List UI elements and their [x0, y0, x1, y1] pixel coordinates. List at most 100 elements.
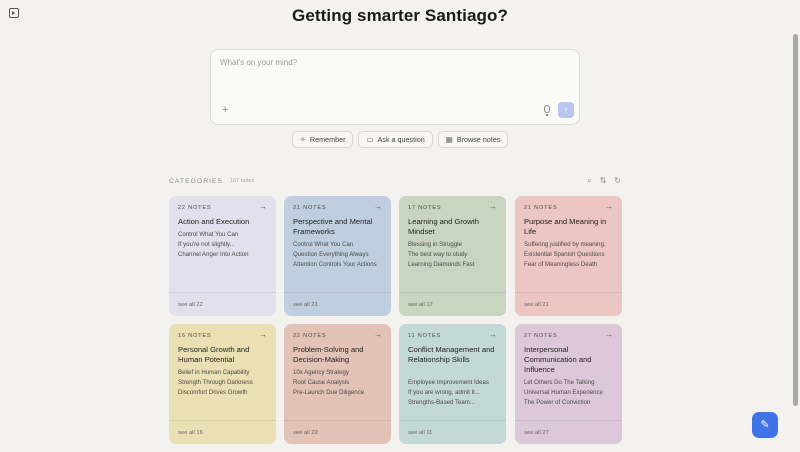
card-note-item[interactable]: Attention Controls Your Actions — [293, 260, 388, 270]
category-card[interactable]: 17 NOTES → Learning and Growth Mindset Bles… — [399, 196, 506, 316]
search-icon[interactable]: ⌕ — [587, 176, 591, 186]
categories-count: 167 notes — [230, 178, 255, 184]
arrow-right-icon[interactable]: → — [259, 202, 267, 211]
arrow-right-icon[interactable]: → — [374, 202, 382, 211]
arrow-right-icon[interactable]: → — [489, 330, 497, 339]
card-divider — [169, 420, 276, 421]
arrow-up-icon: ↑ — [563, 105, 569, 115]
see-all-link[interactable]: see all 22 — [178, 302, 203, 308]
card-divider — [399, 420, 506, 421]
ask-question-label: Ask a question — [377, 135, 425, 144]
card-note-item[interactable]: Employee Improvement Ideas — [408, 378, 503, 388]
card-note-item[interactable]: Belief in Human Capability — [178, 368, 273, 378]
grid-icon: ▦ — [445, 135, 453, 144]
card-note-item[interactable]: Control What You Can — [178, 230, 273, 240]
card-title: Purpose and Meaning in Life — [524, 217, 607, 236]
card-title: Conflict Management and Relationship Ski… — [408, 345, 495, 364]
sort-icon[interactable]: ⇅ — [600, 176, 607, 186]
see-all-link[interactable]: see all 22 — [293, 430, 318, 436]
browse-notes-button[interactable]: ▦ Browse notes — [437, 131, 509, 148]
card-title: Problem-Solving and Decision-Making — [293, 345, 364, 364]
card-note-item[interactable]: Existential Spanish Questions — [524, 250, 619, 260]
see-all-link[interactable]: see all 21 — [524, 302, 549, 308]
card-note-item[interactable]: Let Others Do The Talking — [524, 378, 619, 388]
new-note-button[interactable]: ✎ — [752, 412, 778, 438]
card-note-item[interactable]: The best way to study — [408, 250, 503, 260]
card-note-count: 27 NOTES — [524, 333, 558, 339]
sparkle-icon: ✧ — [299, 135, 306, 144]
card-note-item[interactable]: Discomfort Drives Growth — [178, 388, 273, 398]
card-notes: Employee Improvement Ideas If you are wro… — [408, 378, 503, 407]
arrow-right-icon[interactable]: → — [259, 330, 267, 339]
arrow-right-icon[interactable]: → — [605, 330, 613, 339]
card-notes: Control What You Can If you're not slight… — [178, 230, 273, 259]
send-button[interactable]: ↑ — [558, 102, 574, 118]
card-note-item[interactable]: Universal Human Experience — [524, 388, 619, 398]
card-divider — [284, 420, 391, 421]
category-card[interactable]: 11 NOTES → Conflict Management and Relatio… — [399, 324, 506, 444]
card-note-count: 22 NOTES — [178, 205, 212, 211]
see-all-link[interactable]: see all 11 — [408, 430, 432, 436]
card-title: Personal Growth and Human Potential — [178, 345, 250, 364]
card-notes: Let Others Do The Talking Universal Human… — [524, 378, 619, 407]
category-card[interactable]: 22 NOTES → Action and Execution Control Wha… — [169, 196, 276, 316]
card-note-item[interactable]: Learning Diamonds Fast — [408, 260, 503, 270]
remember-button[interactable]: ✧ Remember — [291, 131, 354, 148]
card-note-item[interactable]: Pre-Launch Due Diligence — [293, 388, 388, 398]
card-divider — [515, 292, 622, 293]
card-notes: Blessing in Struggle The best way to stud… — [408, 240, 503, 269]
note-input[interactable] — [220, 58, 560, 88]
card-note-item[interactable]: Root Cause Analysis — [293, 378, 388, 388]
card-note-item[interactable]: Strengths-Based Team... — [408, 398, 503, 408]
card-note-count: 21 NOTES — [524, 205, 558, 211]
card-note-count: 11 NOTES — [408, 333, 442, 339]
card-divider — [284, 292, 391, 293]
arrow-right-icon[interactable]: → — [489, 202, 497, 211]
category-card[interactable]: 16 NOTES → Personal Growth and Human Poten… — [169, 324, 276, 444]
card-note-item[interactable]: Fear of Meaningless Death — [524, 260, 619, 270]
see-all-link[interactable]: see all 27 — [524, 430, 549, 436]
pencil-icon: ✎ — [760, 419, 770, 431]
card-note-item[interactable]: Channel Anger Into Action — [178, 250, 273, 260]
categories-title: CATEGORIES — [169, 177, 224, 185]
microphone-icon[interactable] — [544, 105, 550, 116]
category-card[interactable]: 22 NOTES → Problem-Solving and Decision-Ma… — [284, 324, 391, 444]
card-title: Learning and Growth Mindset — [408, 217, 479, 236]
card-note-item[interactable]: 10x Agency Strategy — [293, 368, 388, 378]
card-title: Interpersonal Communication and Influenc… — [524, 345, 592, 374]
card-note-item[interactable]: If you're not slightly... — [178, 240, 273, 250]
card-note-count: 17 NOTES — [408, 205, 442, 211]
arrow-right-icon[interactable]: → — [374, 330, 382, 339]
card-note-item[interactable]: Strength Through Darkness — [178, 378, 273, 388]
card-divider — [515, 420, 622, 421]
card-note-item[interactable]: If you are wrong, admit it... — [408, 388, 503, 398]
card-note-count: 16 NOTES — [178, 333, 212, 339]
see-all-link[interactable]: see all 16 — [178, 430, 203, 436]
see-all-link[interactable]: see all 21 — [293, 302, 318, 308]
browse-notes-label: Browse notes — [456, 135, 501, 144]
card-note-count: 21 NOTES — [293, 205, 327, 211]
card-title: Action and Execution — [178, 217, 250, 226]
plus-icon[interactable]: + — [222, 105, 228, 116]
arrow-right-icon[interactable]: → — [605, 202, 613, 211]
refresh-icon[interactable]: ↻ — [614, 176, 621, 186]
chat-icon: ▭ — [366, 135, 374, 144]
card-note-item[interactable]: Control What You Can — [293, 240, 388, 250]
card-title: Perspective and Mental Frameworks — [293, 217, 373, 236]
card-note-item[interactable]: Question Everything Always — [293, 250, 388, 260]
card-divider — [399, 292, 506, 293]
card-note-item[interactable]: The Power of Conviction — [524, 398, 619, 408]
card-note-item[interactable]: Blessing in Struggle — [408, 240, 503, 250]
category-card[interactable]: 21 NOTES → Perspective and Mental Framewor… — [284, 196, 391, 316]
categories-header: CATEGORIES 167 notes ⌕ ⇅ ↻ — [169, 176, 621, 186]
category-card[interactable]: 21 NOTES → Purpose and Meaning in Life Suff… — [515, 196, 622, 316]
card-notes: 10x Agency Strategy Root Cause Analysis Pr… — [293, 368, 388, 397]
category-card[interactable]: 27 NOTES → Interpersonal Communication and… — [515, 324, 622, 444]
quick-actions: ✧ Remember ▭ Ask a question ▦ Browse not… — [0, 131, 800, 148]
card-note-item[interactable]: Suffering justified by meaning. — [524, 240, 619, 250]
card-divider — [169, 292, 276, 293]
see-all-link[interactable]: see all 17 — [408, 302, 433, 308]
ask-question-button[interactable]: ▭ Ask a question — [358, 131, 433, 148]
scrollbar[interactable] — [793, 34, 798, 406]
card-notes: Belief in Human Capability Strength Throu… — [178, 368, 273, 397]
